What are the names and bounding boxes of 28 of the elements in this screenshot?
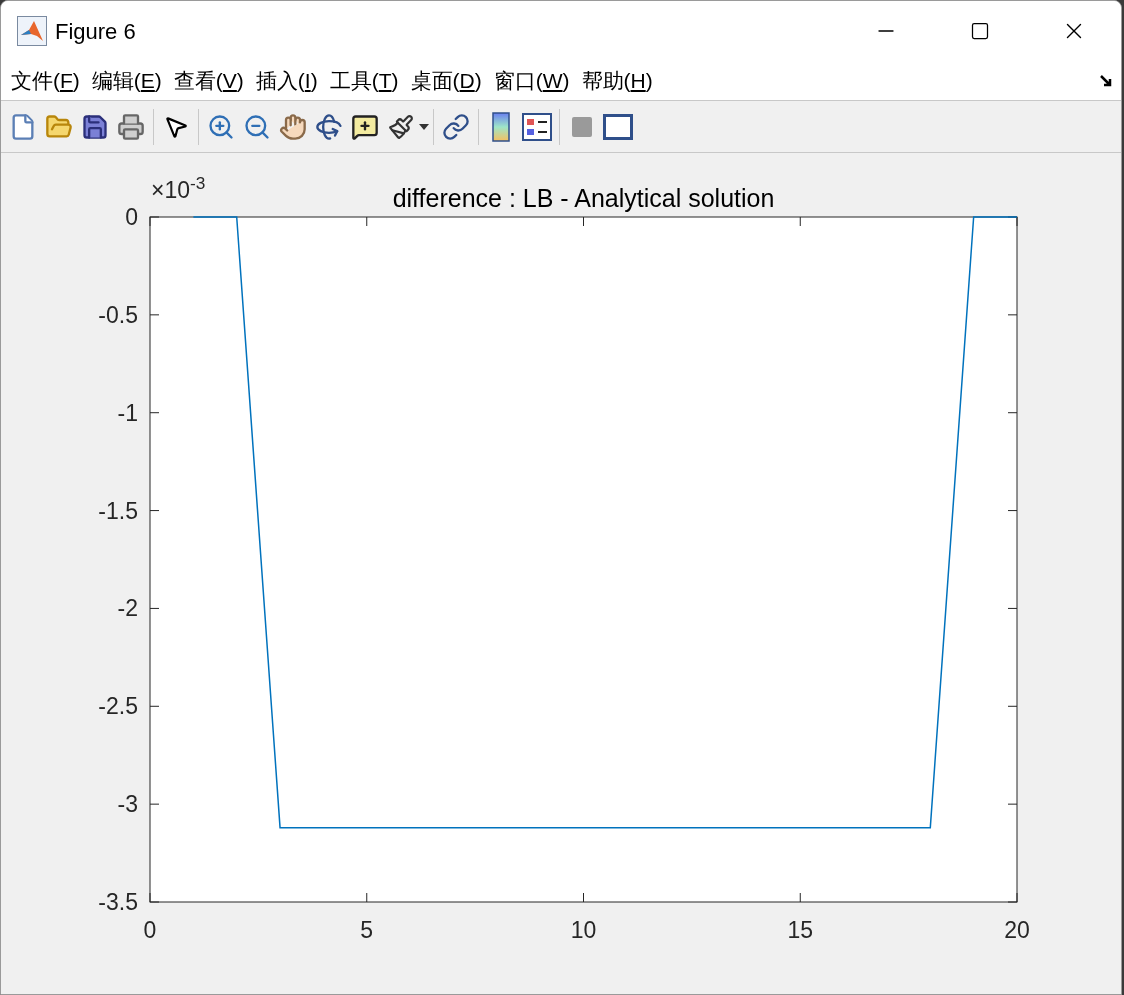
y-tick-label: -2.5 [98,693,138,720]
maximize-icon[interactable] [970,21,990,41]
menu-item[interactable]: 帮助(H) [575,64,659,97]
menu-item[interactable]: 插入(I) [249,64,324,97]
axis-exponent: ×10$^{-3}$ [151,179,206,202]
y-tick-label: -0.5 [98,301,138,328]
menu-item[interactable]: 窗口(W) [487,64,576,97]
y-tick-label: -1.5 [98,497,138,524]
x-tick-label: 20 [1004,917,1030,943]
y-tick-label: 0 [125,204,138,230]
y-tick-label: -3 [117,791,138,818]
caret-icon[interactable] [419,123,429,130]
dock-arrow-icon[interactable] [1099,73,1113,88]
y-tick-label: -1 [117,399,138,426]
x-tick-label: 0 [143,917,157,943]
menu-item[interactable]: 文件(F) [5,64,86,97]
menu-item[interactable]: 桌面(D) [404,64,488,97]
x-tick-label: 10 [570,917,597,943]
menu-item[interactable]: 编辑(E) [85,64,168,97]
chart-title: difference : LB - Analytical solution [392,184,775,212]
menu-item[interactable]: 工具(T) [323,64,405,97]
window-title: Figure 6 [55,17,136,46]
y-tick-label: -3.5 [98,889,138,915]
app-logo-icon [17,16,47,46]
x-tick-label: 15 [787,917,814,943]
x-tick-label: 5 [360,917,374,943]
y-tick-label: -2 [117,595,138,622]
menu-item[interactable]: 查看(V) [167,64,250,97]
